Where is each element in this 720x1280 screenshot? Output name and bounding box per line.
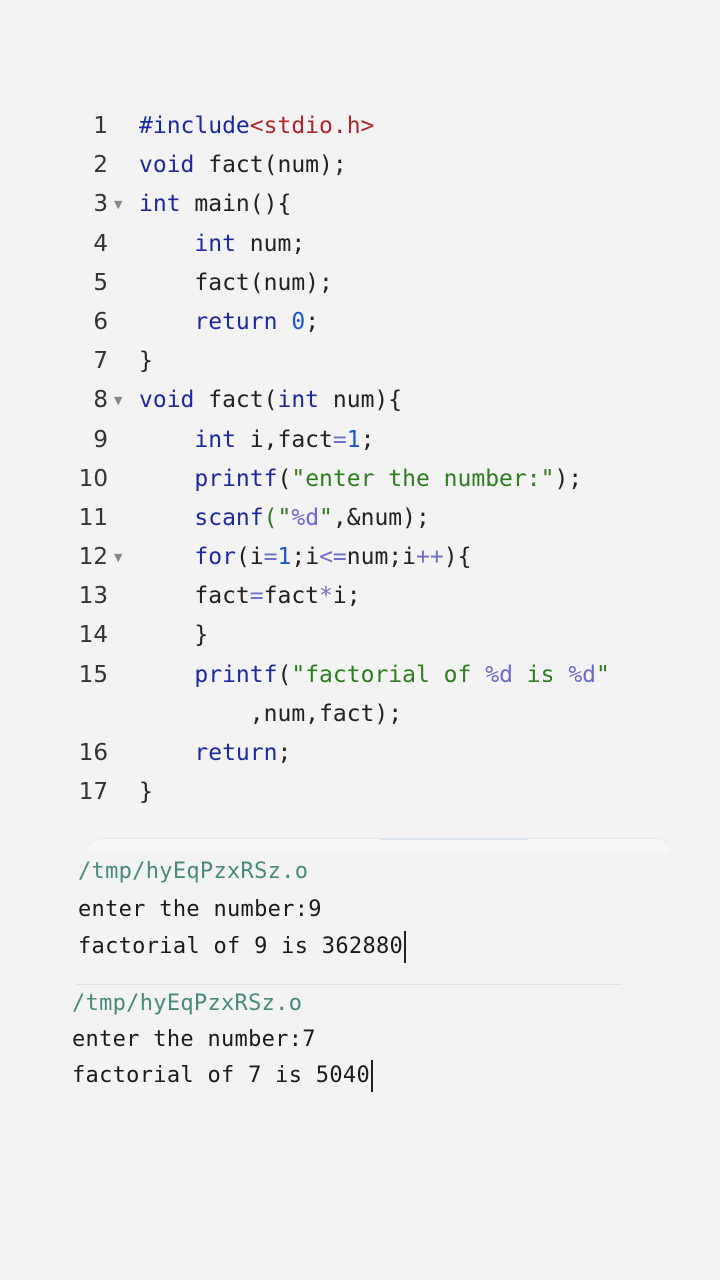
line-number: 6 bbox=[93, 308, 108, 335]
code-text[interactable]: int main(){ bbox=[139, 185, 291, 224]
output-line-last[interactable]: factorial of 7 is 5040 bbox=[72, 1058, 373, 1094]
code-line[interactable]: 16 return; bbox=[0, 734, 720, 773]
code-line[interactable]: 8 ▼ void fact(int num){ bbox=[0, 381, 720, 420]
code-text[interactable]: for(i=1;i<=num;i++){ bbox=[139, 538, 471, 577]
output-line-last[interactable]: factorial of 9 is 362880 bbox=[78, 928, 407, 966]
fold-toggle-icon[interactable]: ▼ bbox=[114, 185, 122, 224]
fold-toggle-icon[interactable]: ▼ bbox=[114, 381, 122, 420]
code-text[interactable]: printf("factorial of %d is %d" bbox=[139, 656, 609, 695]
code-line[interactable]: 4 int num; bbox=[0, 225, 720, 264]
line-number: 1 bbox=[93, 113, 108, 139]
code-text[interactable]: ,num,fact); bbox=[139, 695, 402, 734]
code-line[interactable]: 2 void fact(num); bbox=[0, 146, 720, 185]
output-line: enter the number:7 bbox=[72, 1027, 316, 1052]
line-number: 13 bbox=[78, 583, 108, 610]
output-panel-handle[interactable] bbox=[380, 838, 528, 840]
code-text[interactable]: fact=fact*i; bbox=[139, 577, 360, 616]
divider bbox=[76, 984, 622, 985]
code-text[interactable]: } bbox=[139, 773, 153, 812]
line-number: 2 bbox=[93, 152, 108, 179]
line-number: 4 bbox=[93, 230, 108, 257]
line-number: 3 bbox=[93, 191, 108, 218]
output-path: /tmp/hyEqPzxRSz.o bbox=[78, 859, 309, 884]
line-number: 10 bbox=[78, 465, 108, 492]
code-text[interactable]: scanf("%d",&num); bbox=[139, 499, 429, 538]
output-panel-edge bbox=[88, 838, 670, 852]
line-number: 14 bbox=[78, 622, 108, 649]
line-number: 12 bbox=[78, 544, 108, 571]
output-line: enter the number:9 bbox=[78, 896, 322, 922]
code-line[interactable]: 14 } bbox=[0, 616, 720, 655]
code-line-wrap[interactable]: ,num,fact); bbox=[0, 695, 720, 734]
text-cursor bbox=[371, 1060, 373, 1092]
code-line[interactable]: 15 printf("factorial of %d is %d" bbox=[0, 656, 720, 695]
code-line[interactable]: 17 } bbox=[0, 773, 720, 812]
code-line[interactable]: 12 ▼ for(i=1;i<=num;i++){ bbox=[0, 538, 720, 577]
code-text[interactable]: #include<stdio.h> bbox=[139, 107, 374, 146]
code-text[interactable]: void fact(int num){ bbox=[139, 381, 402, 420]
code-line[interactable]: 1 #include<stdio.h> bbox=[0, 107, 720, 146]
line-number: 8 bbox=[93, 387, 108, 414]
code-text[interactable]: return 0; bbox=[139, 303, 319, 342]
line-number: 7 bbox=[93, 348, 108, 375]
code-line[interactable]: 9 int i,fact=1; bbox=[0, 421, 720, 460]
code-text[interactable]: return; bbox=[139, 734, 291, 773]
line-number: 15 bbox=[78, 661, 108, 688]
line-number: 9 bbox=[93, 426, 108, 453]
code-text[interactable]: printf("enter the number:"); bbox=[139, 460, 582, 499]
output-console[interactable]: /tmp/hyEqPzxRSz.o enter the number:9 fac… bbox=[78, 853, 407, 966]
code-text[interactable]: void fact(num); bbox=[139, 146, 347, 185]
code-text[interactable]: int num; bbox=[139, 225, 305, 264]
output-path: /tmp/hyEqPzxRSz.o bbox=[72, 991, 303, 1016]
line-number: 16 bbox=[78, 740, 108, 766]
code-line[interactable]: 6 return 0; bbox=[0, 303, 720, 342]
code-text[interactable]: } bbox=[139, 342, 153, 381]
code-line[interactable]: 10 printf("enter the number:"); bbox=[0, 460, 720, 499]
code-line[interactable]: 11 scanf("%d",&num); bbox=[0, 499, 720, 538]
code-line[interactable]: 7 } bbox=[0, 342, 720, 381]
code-text[interactable]: fact(num); bbox=[139, 264, 332, 303]
line-number: 5 bbox=[93, 269, 108, 296]
code-line[interactable]: 3 ▼ int main(){ bbox=[0, 185, 720, 224]
code-text[interactable]: int i,fact=1; bbox=[139, 421, 374, 460]
code-line[interactable]: 13 fact=fact*i; bbox=[0, 577, 720, 616]
line-number: 17 bbox=[78, 779, 108, 806]
code-text[interactable]: } bbox=[139, 616, 208, 655]
fold-toggle-icon[interactable]: ▼ bbox=[114, 538, 122, 577]
output-console[interactable]: /tmp/hyEqPzxRSz.o enter the number:7 fac… bbox=[72, 986, 373, 1094]
code-editor[interactable]: 1 #include<stdio.h> 2 void fact(num); 3 … bbox=[0, 107, 720, 812]
code-line[interactable]: 5 fact(num); bbox=[0, 264, 720, 303]
text-cursor bbox=[404, 931, 407, 963]
line-number: 11 bbox=[78, 504, 108, 531]
